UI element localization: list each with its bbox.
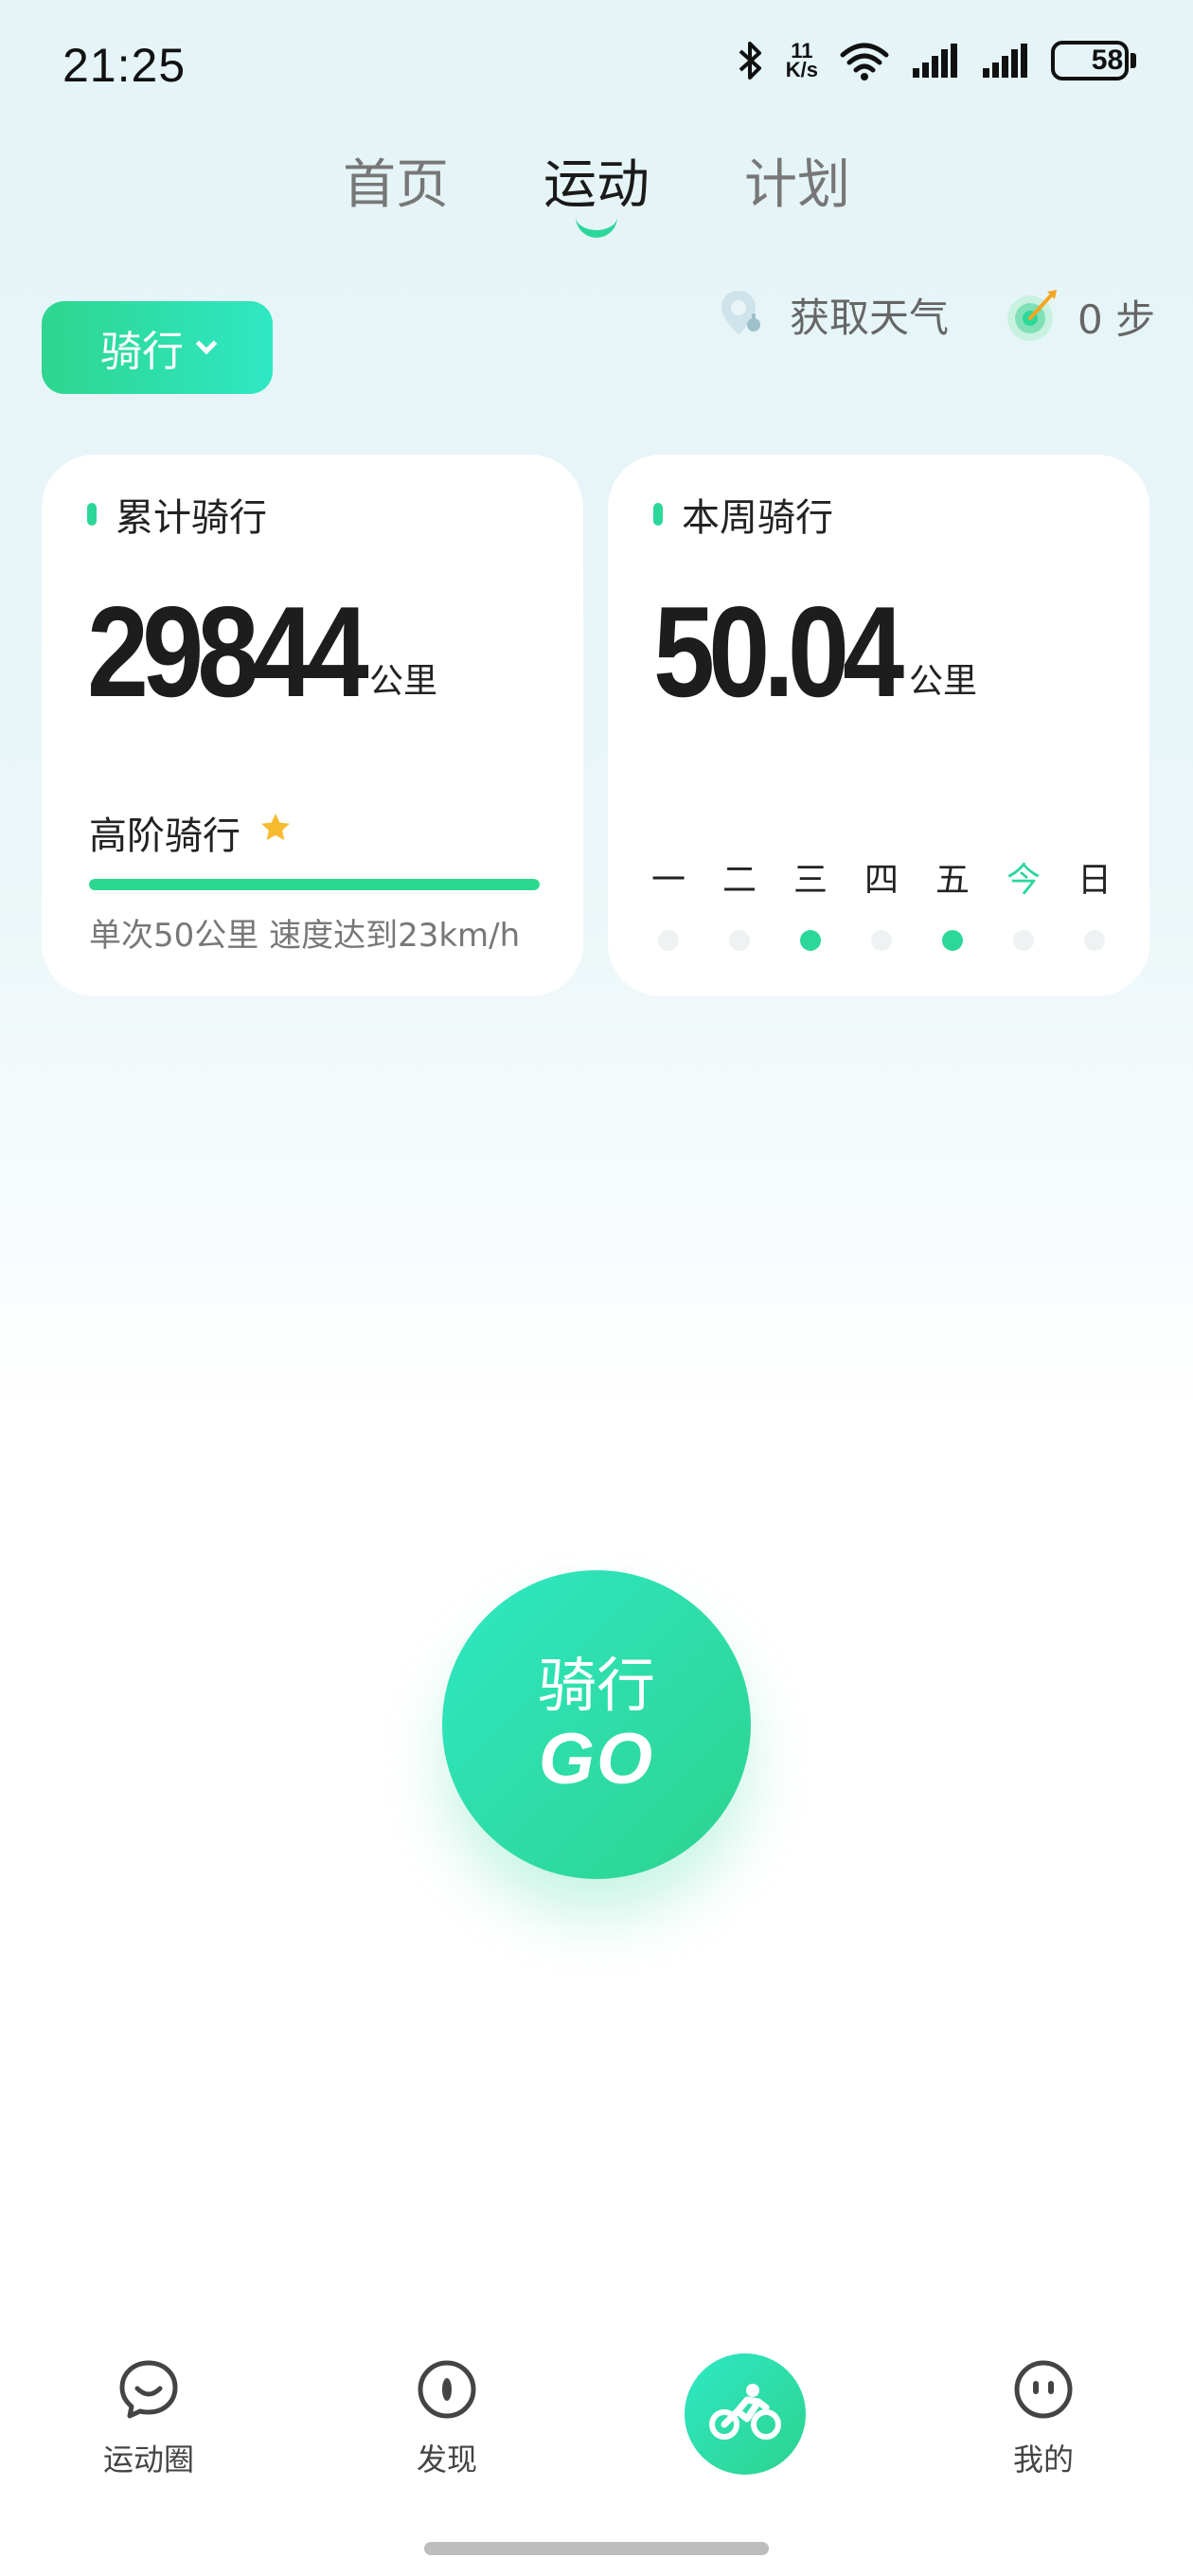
week-days: 一 二 三 四 五 今 日 [650, 852, 1113, 951]
status-icons: 11 K/s 58 [737, 40, 1136, 81]
star-icon [258, 810, 294, 855]
steps-counter[interactable]: 0 步 [1004, 286, 1155, 347]
nav-moments-label: 运动圈 [102, 2442, 194, 2478]
nav-moments[interactable]: 运动圈 [63, 2358, 234, 2479]
bluetooth-icon [737, 40, 765, 81]
tab-home[interactable]: 首页 [343, 142, 449, 238]
level-name: 高阶骑行 [89, 814, 240, 858]
total-distance-unit: 公里 [369, 662, 438, 701]
day-label: 四 [864, 861, 899, 900]
level-progress-fill [89, 879, 540, 890]
card-title: 本周骑行 [653, 487, 833, 542]
signal-icon [981, 42, 1030, 80]
day-item: 三 [792, 852, 829, 951]
nav-profile[interactable]: 我的 [958, 2358, 1129, 2479]
level-description: 单次50公里 速度达到23km/h [89, 917, 521, 955]
face-icon [1012, 2358, 1075, 2424]
day-label: 五 [935, 861, 970, 900]
day-dot [658, 930, 679, 951]
day-item: 五 [934, 852, 971, 951]
network-speed-unit: K/s [785, 58, 818, 81]
start-ride-go: GO [538, 1719, 655, 1799]
day-label: 一 [650, 861, 686, 900]
nav-profile-label: 我的 [1012, 2442, 1074, 2478]
tab-sport[interactable]: 运动 [543, 142, 650, 238]
day-dot [1084, 930, 1105, 951]
battery-icon: 58 [1051, 41, 1136, 80]
compass-icon [416, 2358, 478, 2424]
sport-type-label: 骑行 [100, 328, 184, 376]
tab-sport-label: 运动 [543, 154, 650, 216]
status-bar: 21:25 11 K/s 58 [0, 0, 1193, 133]
week-distance-unit: 公里 [909, 662, 978, 701]
level-row: 高阶骑行 [89, 805, 294, 860]
day-item: 一 [650, 852, 687, 951]
wifi-icon [839, 40, 890, 81]
day-label: 今 [1006, 861, 1041, 900]
day-item: 今 [1005, 852, 1042, 951]
nav-sport[interactable] [685, 2353, 806, 2475]
week-ride-title: 本周骑行 [682, 496, 833, 540]
start-ride-button[interactable]: 骑行 GO [442, 1570, 751, 1879]
day-dot [1013, 930, 1034, 951]
nav-discover-label: 发现 [416, 2442, 477, 2478]
tab-plan-label: 计划 [744, 154, 850, 216]
chevron-down-icon [195, 332, 218, 355]
target-icon [1004, 286, 1060, 347]
start-ride-label: 骑行 [537, 1651, 655, 1720]
tab-home-label: 首页 [343, 154, 449, 216]
battery-level: 58 [1091, 45, 1124, 76]
steps-label: 0 步 [1077, 295, 1156, 343]
total-ride-title: 累计骑行 [116, 496, 267, 540]
level-progress-bar [89, 879, 540, 890]
top-tabs: 首页 运动 计划 [0, 142, 1193, 238]
network-speed: 11 K/s [785, 41, 818, 81]
title-marker [653, 503, 663, 526]
chat-smile-icon [117, 2358, 180, 2424]
day-label: 日 [1077, 861, 1112, 900]
day-label: 二 [721, 861, 757, 900]
day-dot [729, 930, 750, 951]
day-label: 三 [792, 861, 828, 900]
cyclist-icon [709, 2383, 781, 2445]
title-marker [87, 503, 97, 526]
day-item: 二 [721, 852, 758, 951]
week-distance-value: 50.04 [653, 580, 904, 724]
total-ride-card[interactable]: 累计骑行 29844 公里 高阶骑行 单次50公里 速度达到23km/h [42, 455, 583, 996]
bottom-nav: 运动圈 发现 我的 [0, 2339, 1193, 2510]
day-dot [800, 930, 821, 951]
status-time: 21:25 [62, 39, 187, 92]
tab-active-indicator [576, 217, 617, 238]
tab-plan[interactable]: 计划 [744, 142, 850, 238]
day-item: 日 [1076, 852, 1113, 951]
total-distance-value: 29844 [87, 580, 369, 724]
day-item: 四 [863, 852, 900, 951]
card-title: 累计骑行 [87, 487, 267, 542]
nav-discover[interactable]: 发现 [362, 2358, 532, 2479]
home-indicator[interactable] [424, 2542, 769, 2555]
day-dot [871, 930, 892, 951]
weather-label: 获取天气 [790, 295, 950, 341]
location-pin-icon [718, 287, 765, 344]
signal-icon [911, 42, 960, 80]
weather-button[interactable]: 获取天气 [718, 286, 949, 344]
day-dot [942, 930, 963, 951]
sport-type-dropdown[interactable]: 骑行 [42, 301, 273, 394]
week-ride-card[interactable]: 本周骑行 50.04 公里 一 二 三 四 五 今 日 [608, 455, 1149, 996]
